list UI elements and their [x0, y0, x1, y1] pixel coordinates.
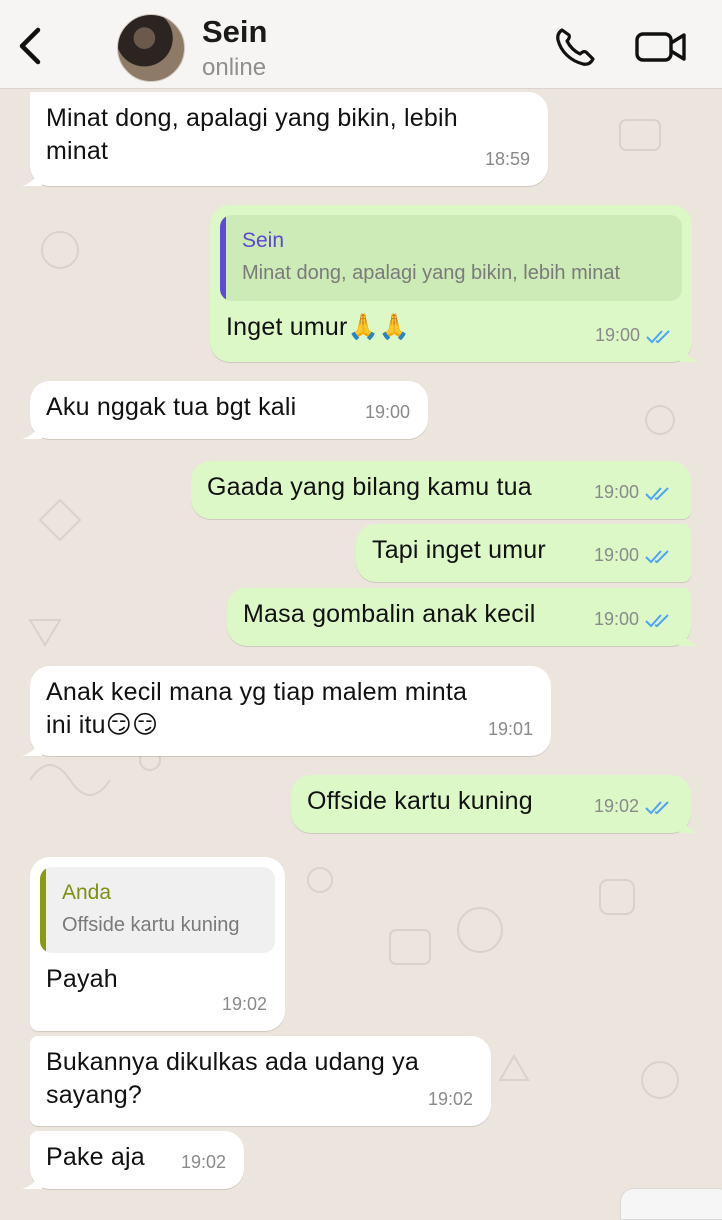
bubble-tail	[679, 813, 699, 833]
video-call-button[interactable]	[634, 28, 688, 66]
quote-author: Anda	[62, 881, 112, 904]
voice-call-button[interactable]	[553, 26, 597, 68]
bubble-tail	[22, 1169, 42, 1189]
message-bubble-incoming[interactable]: Anak kecil mana yg tiap malem minta ini …	[22, 666, 551, 756]
bubble-tail	[22, 166, 42, 186]
message-bubble-outgoing[interactable]: Offside kartu kuning 19:02	[291, 775, 699, 833]
back-button[interactable]	[12, 26, 48, 66]
message-time: 19:00	[364, 402, 410, 422]
message-bubble-outgoing[interactable]: Tapi inget umur 19:00	[356, 524, 691, 582]
back-chevron-icon	[19, 27, 41, 65]
video-camera-icon	[635, 32, 686, 62]
bubble-tail	[22, 736, 42, 756]
message-meta: 19:00	[594, 603, 673, 636]
message-meta: 19:00	[595, 319, 674, 352]
message-text: Anak kecil mana yg tiap malem minta ini …	[46, 678, 468, 739]
message-bubble-incoming[interactable]: Anda Offside kartu kuning Payah 19:02	[30, 857, 285, 1031]
message-time: 19:00	[593, 609, 639, 629]
message-meta: 19:00	[594, 539, 673, 572]
message-time: 19:02	[180, 1152, 226, 1172]
message-meta: 19:00	[365, 396, 410, 429]
message-meta: 19:02	[594, 790, 673, 823]
message-time: 19:00	[593, 545, 639, 565]
message-time: 19:00	[594, 325, 640, 345]
message-bubble-incoming[interactable]: Minat dong, apalagi yang bikin, lebih mi…	[22, 92, 548, 186]
message-bubble-outgoing[interactable]: Masa gombalin anak kecil 19:00	[227, 588, 699, 646]
message-meta: 19:02	[428, 1083, 473, 1116]
message-time: 19:02	[221, 994, 267, 1014]
read-receipt-icon	[646, 329, 670, 343]
message-meta: 19:02	[222, 988, 267, 1021]
bubble-tail	[680, 342, 700, 362]
message-text: Aku nggak tua bgt kali	[46, 393, 297, 421]
message-text: Minat dong, apalagi yang bikin, lebih mi…	[46, 104, 458, 165]
message-meta: 19:01	[488, 713, 533, 746]
contact-avatar[interactable]	[117, 14, 185, 82]
contact-status: online	[202, 54, 267, 81]
chat-header: Sein online	[0, 0, 722, 89]
message-time: 19:00	[593, 482, 639, 502]
quoted-message[interactable]: Anda Offside kartu kuning	[40, 867, 275, 953]
message-time: 19:02	[593, 796, 639, 816]
message-meta: 18:59	[485, 143, 530, 176]
read-receipt-icon	[645, 486, 669, 500]
message-bubble-incoming[interactable]: Pake aja 19:02	[22, 1131, 244, 1189]
contact-name[interactable]: Sein	[202, 14, 267, 50]
message-meta: 19:02	[181, 1146, 226, 1179]
bubble-tail	[679, 626, 699, 646]
message-bubble-incoming[interactable]: Bukannya dikulkas ada udang ya sayang? 1…	[30, 1036, 491, 1126]
message-text: Bukannya dikulkas ada udang ya sayang?	[46, 1048, 419, 1109]
message-time: 18:59	[484, 149, 530, 169]
phone-icon	[556, 28, 595, 66]
read-receipt-icon	[645, 613, 669, 627]
scroll-to-bottom-button[interactable]	[620, 1188, 722, 1220]
message-bubble-outgoing[interactable]: Sein Minat dong, apalagi yang bikin, leb…	[210, 205, 700, 362]
message-meta: 19:00	[594, 476, 673, 509]
quote-text: Offside kartu kuning	[62, 914, 240, 936]
quote-author: Sein	[242, 229, 285, 252]
bubble-tail	[22, 419, 42, 439]
message-bubble-incoming[interactable]: Aku nggak tua bgt kali 19:00	[22, 381, 428, 439]
message-time: 19:01	[487, 719, 533, 739]
read-receipt-icon	[645, 800, 669, 814]
message-bubble-outgoing[interactable]: Gaada yang bilang kamu tua 19:00	[191, 461, 691, 519]
read-receipt-icon	[645, 549, 669, 563]
message-time: 19:02	[427, 1089, 473, 1109]
quoted-message[interactable]: Sein Minat dong, apalagi yang bikin, leb…	[220, 215, 682, 301]
quote-text: Minat dong, apalagi yang bikin, lebih mi…	[242, 262, 621, 284]
